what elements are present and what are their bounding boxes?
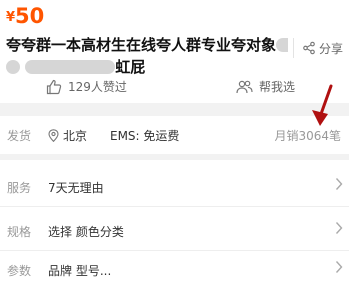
service-row[interactable]: 服务 7天无理由 [0, 163, 349, 207]
annotation-arrow [312, 84, 333, 126]
help-choose-label: 帮我选 [259, 80, 296, 94]
chevron-right-icon [335, 222, 343, 234]
params-row[interactable]: 参数 品牌 型号... [0, 246, 349, 290]
social-actions: 129人赞过 帮我选 [0, 78, 349, 100]
monthly-sales: 月销3064笔 [274, 129, 341, 143]
spec-label: 规格 [7, 225, 32, 239]
blurred-text [6, 60, 20, 74]
like-button[interactable]: 129人赞过 [46, 78, 127, 95]
service-label: 服务 [7, 181, 32, 195]
spec-row[interactable]: 规格 选择 颜色分类 [0, 207, 349, 251]
shipping-method: EMS: 免运费 [110, 129, 180, 143]
service-value: 7天无理由 [48, 181, 104, 195]
product-title-tail: 虹屁 [115, 58, 146, 76]
ship-location: 北京 [48, 127, 87, 144]
share-icon [303, 41, 315, 55]
params-value: 品牌 型号... [48, 264, 112, 278]
thumbs-up-icon [46, 79, 62, 94]
price-value: 50 [15, 4, 45, 28]
likes-count: 129人赞过 [68, 80, 127, 94]
shipping-label: 发货 [7, 129, 32, 143]
help-choose-button[interactable]: 帮我选 [236, 78, 295, 95]
chevron-right-icon [335, 178, 343, 190]
ship-location-text: 北京 [63, 129, 88, 143]
product-title-line-1: 夸夸群一本高材生在线夸人群专业夸对象 [6, 34, 288, 56]
price: ¥50 [6, 4, 44, 28]
shipping-row: 发货 北京 EMS: 免运费 月销3064笔 [0, 116, 349, 154]
people-icon [236, 80, 253, 93]
product-header-card: ¥50 夸夸群一本高材生在线夸人群专业夸对象 虹屁 分享 129人赞过 帮我选 [0, 0, 349, 103]
share-label: 分享 [318, 41, 343, 56]
price-currency: ¥ [6, 10, 16, 25]
product-title: 夸夸群一本高材生在线夸人群专业夸对象 虹屁 [6, 34, 288, 78]
product-details-section: 服务 7天无理由 规格 选择 颜色分类 参数 品牌 型号... [0, 160, 349, 297]
spec-value: 选择 颜色分类 [48, 225, 124, 239]
chevron-right-icon [335, 261, 343, 273]
location-pin-icon [48, 129, 59, 142]
share-button[interactable]: 分享 [292, 38, 343, 58]
params-label: 参数 [7, 264, 32, 278]
blurred-text [25, 60, 116, 74]
product-title-text: 夸夸群一本高材生在线夸人群专业夸对象 [6, 36, 277, 54]
blurred-text [276, 38, 288, 52]
product-title-line-2: 虹屁 [6, 56, 288, 78]
